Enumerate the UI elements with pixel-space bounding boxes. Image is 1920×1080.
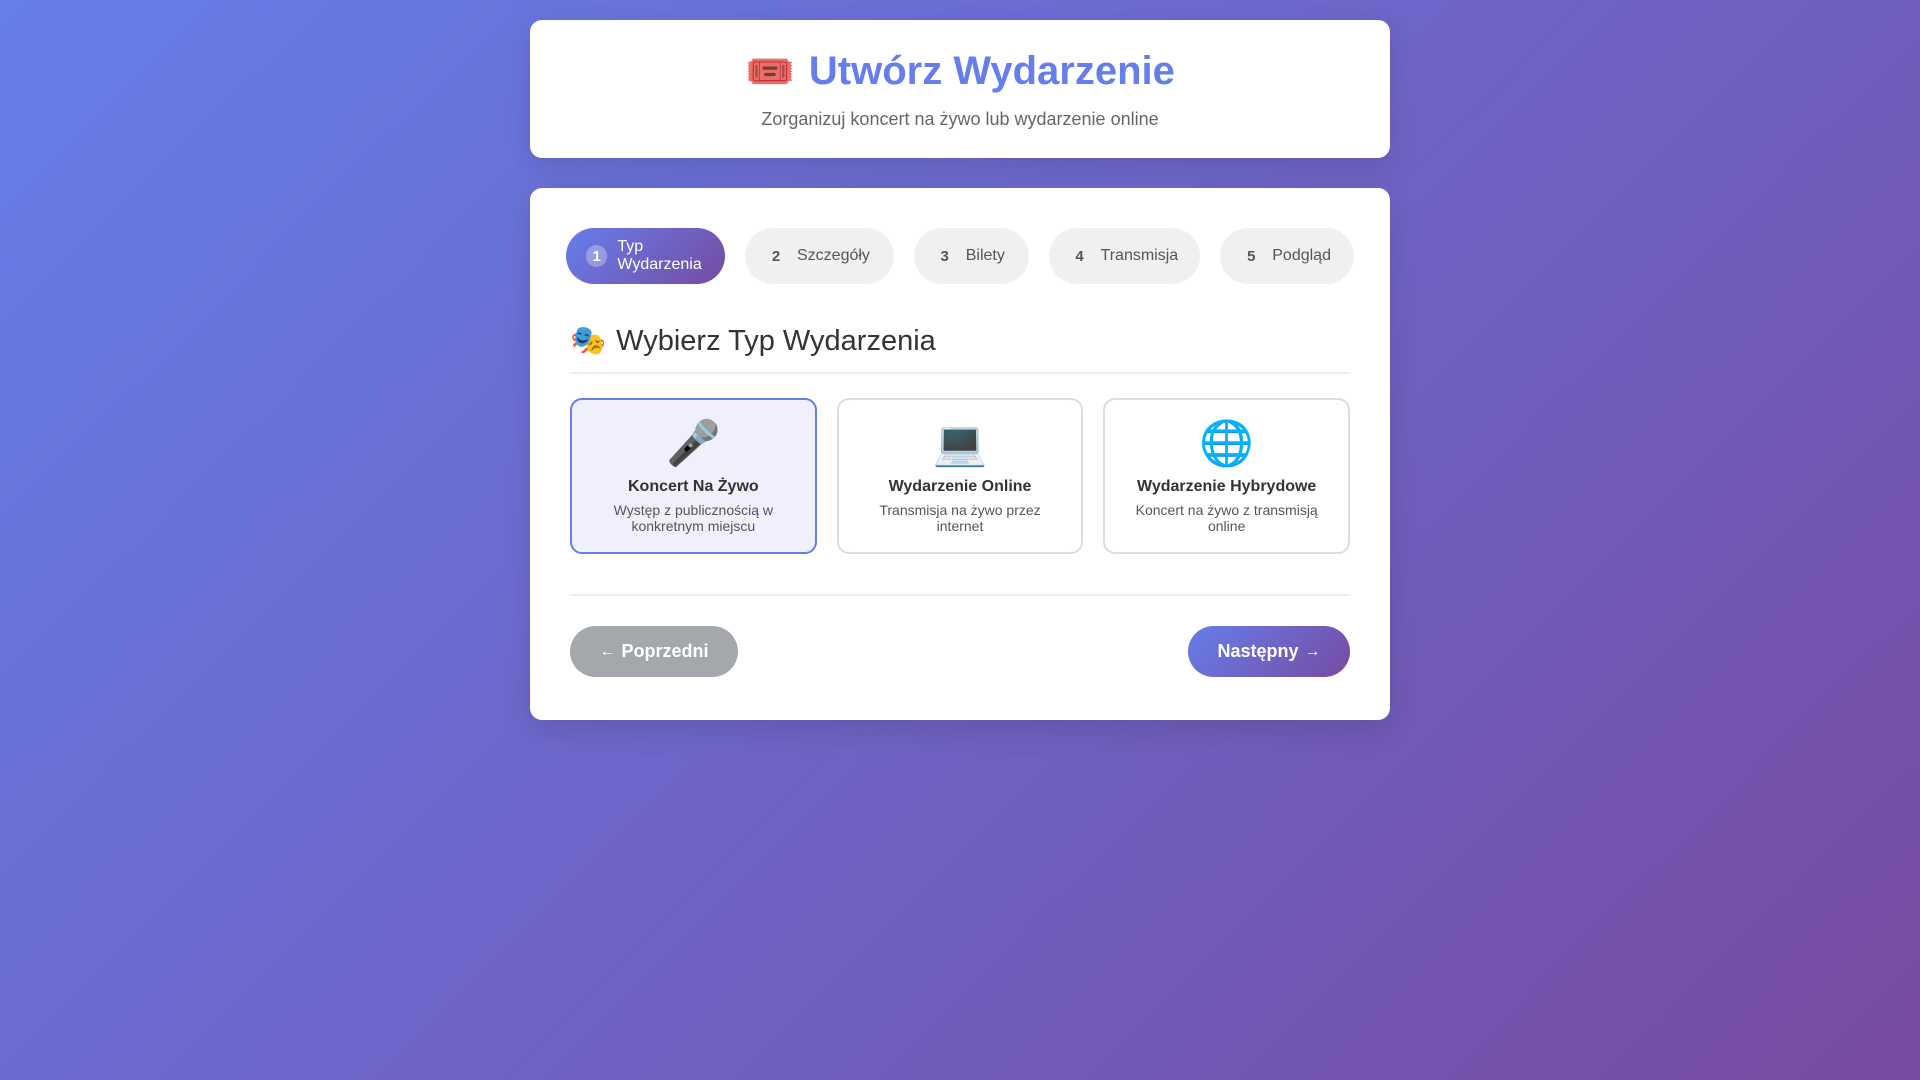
step-indicator: 1 Typ Wydarzenia 2 Szczegóły 3 Bilety 4 … xyxy=(566,228,1355,284)
arrow-left-icon: ← xyxy=(599,642,616,660)
option-description: Koncert na żywo z transmisją online xyxy=(1135,502,1318,534)
page-title-text: Utwórz Wydarzenie xyxy=(808,49,1175,93)
laptop-icon: 💻 xyxy=(932,419,988,468)
step-label: Bilety xyxy=(965,247,1005,264)
step-label: Typ Wydarzenia xyxy=(617,238,702,273)
option-title: Wydarzenie Online xyxy=(888,478,1032,495)
previous-button[interactable]: ← Poprzedni xyxy=(570,626,738,677)
option-online-event[interactable]: 💻 Wydarzenie Online Transmisja na żywo p… xyxy=(836,398,1084,554)
page-title: 🎟️ Utwórz Wydarzenie xyxy=(745,48,1175,95)
previous-button-label: Poprzedni xyxy=(621,641,709,661)
step-label: Podgląd xyxy=(1272,247,1331,264)
next-button-label: Następny xyxy=(1217,641,1299,661)
step-label: Szczegóły xyxy=(797,247,870,264)
option-description: Transmisja na żywo przez internet xyxy=(879,502,1041,534)
microphone-icon: 🎤 xyxy=(665,419,721,468)
event-type-options: 🎤 Koncert Na Żywo Występ z publicznością… xyxy=(570,398,1351,554)
wizard-navigation: ← Poprzedni Następny → xyxy=(570,626,1350,677)
arrow-right-icon: → xyxy=(1304,642,1321,660)
ticket-icon: 🎟️ xyxy=(745,50,795,94)
step-3[interactable]: 3 Bilety xyxy=(913,228,1029,284)
globe-icon: 🌐 xyxy=(1199,419,1255,468)
theater-masks-icon: 🎭 xyxy=(570,325,607,357)
page-subtitle: Zorganizuj koncert na żywo lub wydarzeni… xyxy=(761,109,1159,129)
step-number: 1 xyxy=(586,245,608,267)
next-button[interactable]: Następny → xyxy=(1188,626,1350,677)
option-title: Wydarzenie Hybrydowe xyxy=(1137,478,1317,495)
wizard-card: 1 Typ Wydarzenia 2 Szczegóły 3 Bilety 4 … xyxy=(530,188,1390,720)
step-number: 5 xyxy=(1247,247,1256,265)
divider xyxy=(570,594,1350,596)
option-description: Występ z publicznością w konkretnym miej… xyxy=(613,502,774,534)
step-4[interactable]: 4 Transmisja xyxy=(1048,228,1201,284)
option-title: Koncert Na Żywo xyxy=(627,478,759,495)
page-container: 🎟️ Utwórz Wydarzenie Zorganizuj koncert … xyxy=(530,0,1390,720)
step-number: 4 xyxy=(1075,247,1084,265)
step-label: Transmisja xyxy=(1100,247,1179,264)
header-card: 🎟️ Utwórz Wydarzenie Zorganizuj koncert … xyxy=(530,20,1390,158)
section-title: 🎭 Wybierz Typ Wydarzenia xyxy=(570,324,1350,374)
section-title-text: Wybierz Typ Wydarzenia xyxy=(616,324,936,357)
step-1[interactable]: 1 Typ Wydarzenia xyxy=(566,228,725,284)
option-live-concert[interactable]: 🎤 Koncert Na Żywo Występ z publicznością… xyxy=(570,398,817,554)
step-number: 3 xyxy=(940,247,949,265)
step-number: 2 xyxy=(771,247,781,265)
step-2[interactable]: 2 Szczegóły xyxy=(745,228,894,284)
step-5[interactable]: 5 Podgląd xyxy=(1220,228,1355,284)
option-hybrid-event[interactable]: 🌐 Wydarzenie Hybrydowe Koncert na żywo z… xyxy=(1103,398,1351,554)
